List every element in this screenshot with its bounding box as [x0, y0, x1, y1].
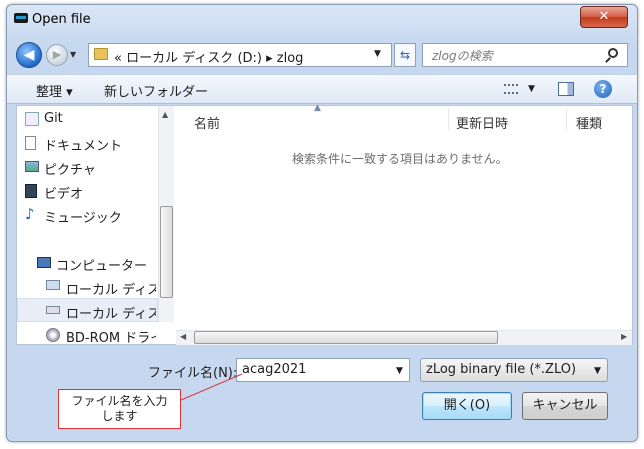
sidebar-item-pictures[interactable]: ピクチャ	[44, 159, 154, 179]
column-separator[interactable]	[448, 108, 449, 130]
drive-icon	[46, 306, 60, 314]
view-options-icon[interactable]	[504, 84, 518, 94]
history-dropdown-icon[interactable]: ▼	[70, 50, 76, 59]
sidebar-item-music[interactable]: ミュージック	[44, 207, 154, 227]
callout-pointer	[180, 373, 243, 401]
sidebar-item-git[interactable]: Git	[44, 111, 154, 131]
callout-line-1: ファイル名を入力	[71, 394, 168, 408]
window-title: Open file	[32, 12, 91, 27]
command-bar	[7, 74, 637, 104]
help-icon[interactable]: ?	[594, 80, 612, 98]
disc-icon	[46, 328, 60, 342]
refresh-button[interactable]: ⇆	[394, 43, 416, 67]
column-separator[interactable]	[566, 108, 567, 130]
search-icon[interactable]	[608, 48, 618, 58]
scroll-left-icon[interactable]: ◀	[180, 332, 186, 341]
cancel-button[interactable]: キャンセル	[522, 392, 608, 420]
address-path[interactable]: « ローカル ディスク (D:) ▸ zlog	[114, 47, 303, 66]
new-folder-button[interactable]: 新しいフォルダー	[104, 81, 208, 100]
sidebar-item-local-disk-d[interactable]: ローカル ディスク	[66, 303, 156, 323]
sidebar-scroll-thumb[interactable]	[160, 206, 173, 298]
callout-line-2: します	[101, 409, 138, 423]
scroll-up-icon[interactable]: ▲	[162, 110, 168, 119]
view-dropdown-icon[interactable]: ▼	[528, 84, 535, 94]
folder-icon	[94, 48, 108, 60]
filetype-value[interactable]: zLog binary file (*.ZLO)	[426, 362, 576, 377]
close-button[interactable]: ✕	[580, 6, 628, 28]
forward-button[interactable]: ▶	[46, 44, 68, 66]
sidebar-item-local-disk-c[interactable]: ローカル ディスク	[66, 279, 156, 299]
picture-icon	[25, 161, 39, 172]
filename-value[interactable]: acag2021	[242, 362, 306, 377]
preview-pane-icon[interactable]	[558, 82, 574, 96]
video-icon	[25, 184, 37, 198]
back-button[interactable]: ◀	[16, 42, 42, 68]
sidebar-item-computer[interactable]: コンピューター	[56, 255, 156, 275]
column-header-type[interactable]: 種類	[576, 113, 602, 132]
app-icon	[14, 13, 28, 23]
document-icon	[25, 136, 36, 150]
organize-menu[interactable]: 整理 ▾	[36, 81, 73, 100]
column-header-modified[interactable]: 更新日時	[456, 113, 508, 132]
scroll-right-icon[interactable]: ▶	[621, 332, 627, 341]
sidebar-item-bd-rom[interactable]: BD-ROM ドライブ	[66, 327, 156, 347]
horizontal-scroll-thumb[interactable]	[194, 331, 498, 344]
column-header-name[interactable]: 名前	[194, 113, 220, 132]
git-folder-icon	[25, 112, 39, 126]
empty-results-message: 検索条件に一致する項目はありません。	[292, 152, 508, 166]
sort-ascending-icon: ▲	[314, 103, 321, 113]
filename-dropdown-icon[interactable]: ▼	[396, 366, 403, 376]
open-button[interactable]: 開く(O)	[422, 392, 512, 420]
sidebar-item-documents[interactable]: ドキュメント	[44, 135, 154, 155]
address-dropdown-icon[interactable]: ▼	[374, 49, 381, 59]
drive-icon	[46, 280, 60, 290]
annotation-callout: ファイル名を入力 します	[58, 389, 181, 429]
music-icon: ♪	[25, 205, 35, 223]
sidebar-item-videos[interactable]: ビデオ	[44, 183, 154, 203]
filetype-dropdown-icon[interactable]: ▼	[594, 366, 601, 376]
computer-icon	[37, 257, 51, 268]
search-placeholder: zlogの検索	[432, 49, 493, 63]
